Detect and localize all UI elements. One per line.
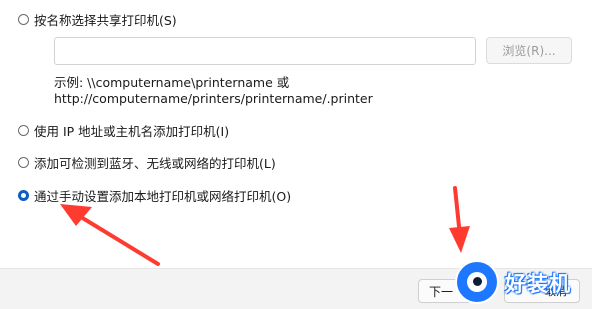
watermark: 好装机 [455,260,590,304]
watermark-text: 好装机 [505,272,571,296]
arrow-to-next-button [449,186,470,253]
arrow-to-manual-option [60,204,160,266]
eye-logo-icon [455,260,499,304]
